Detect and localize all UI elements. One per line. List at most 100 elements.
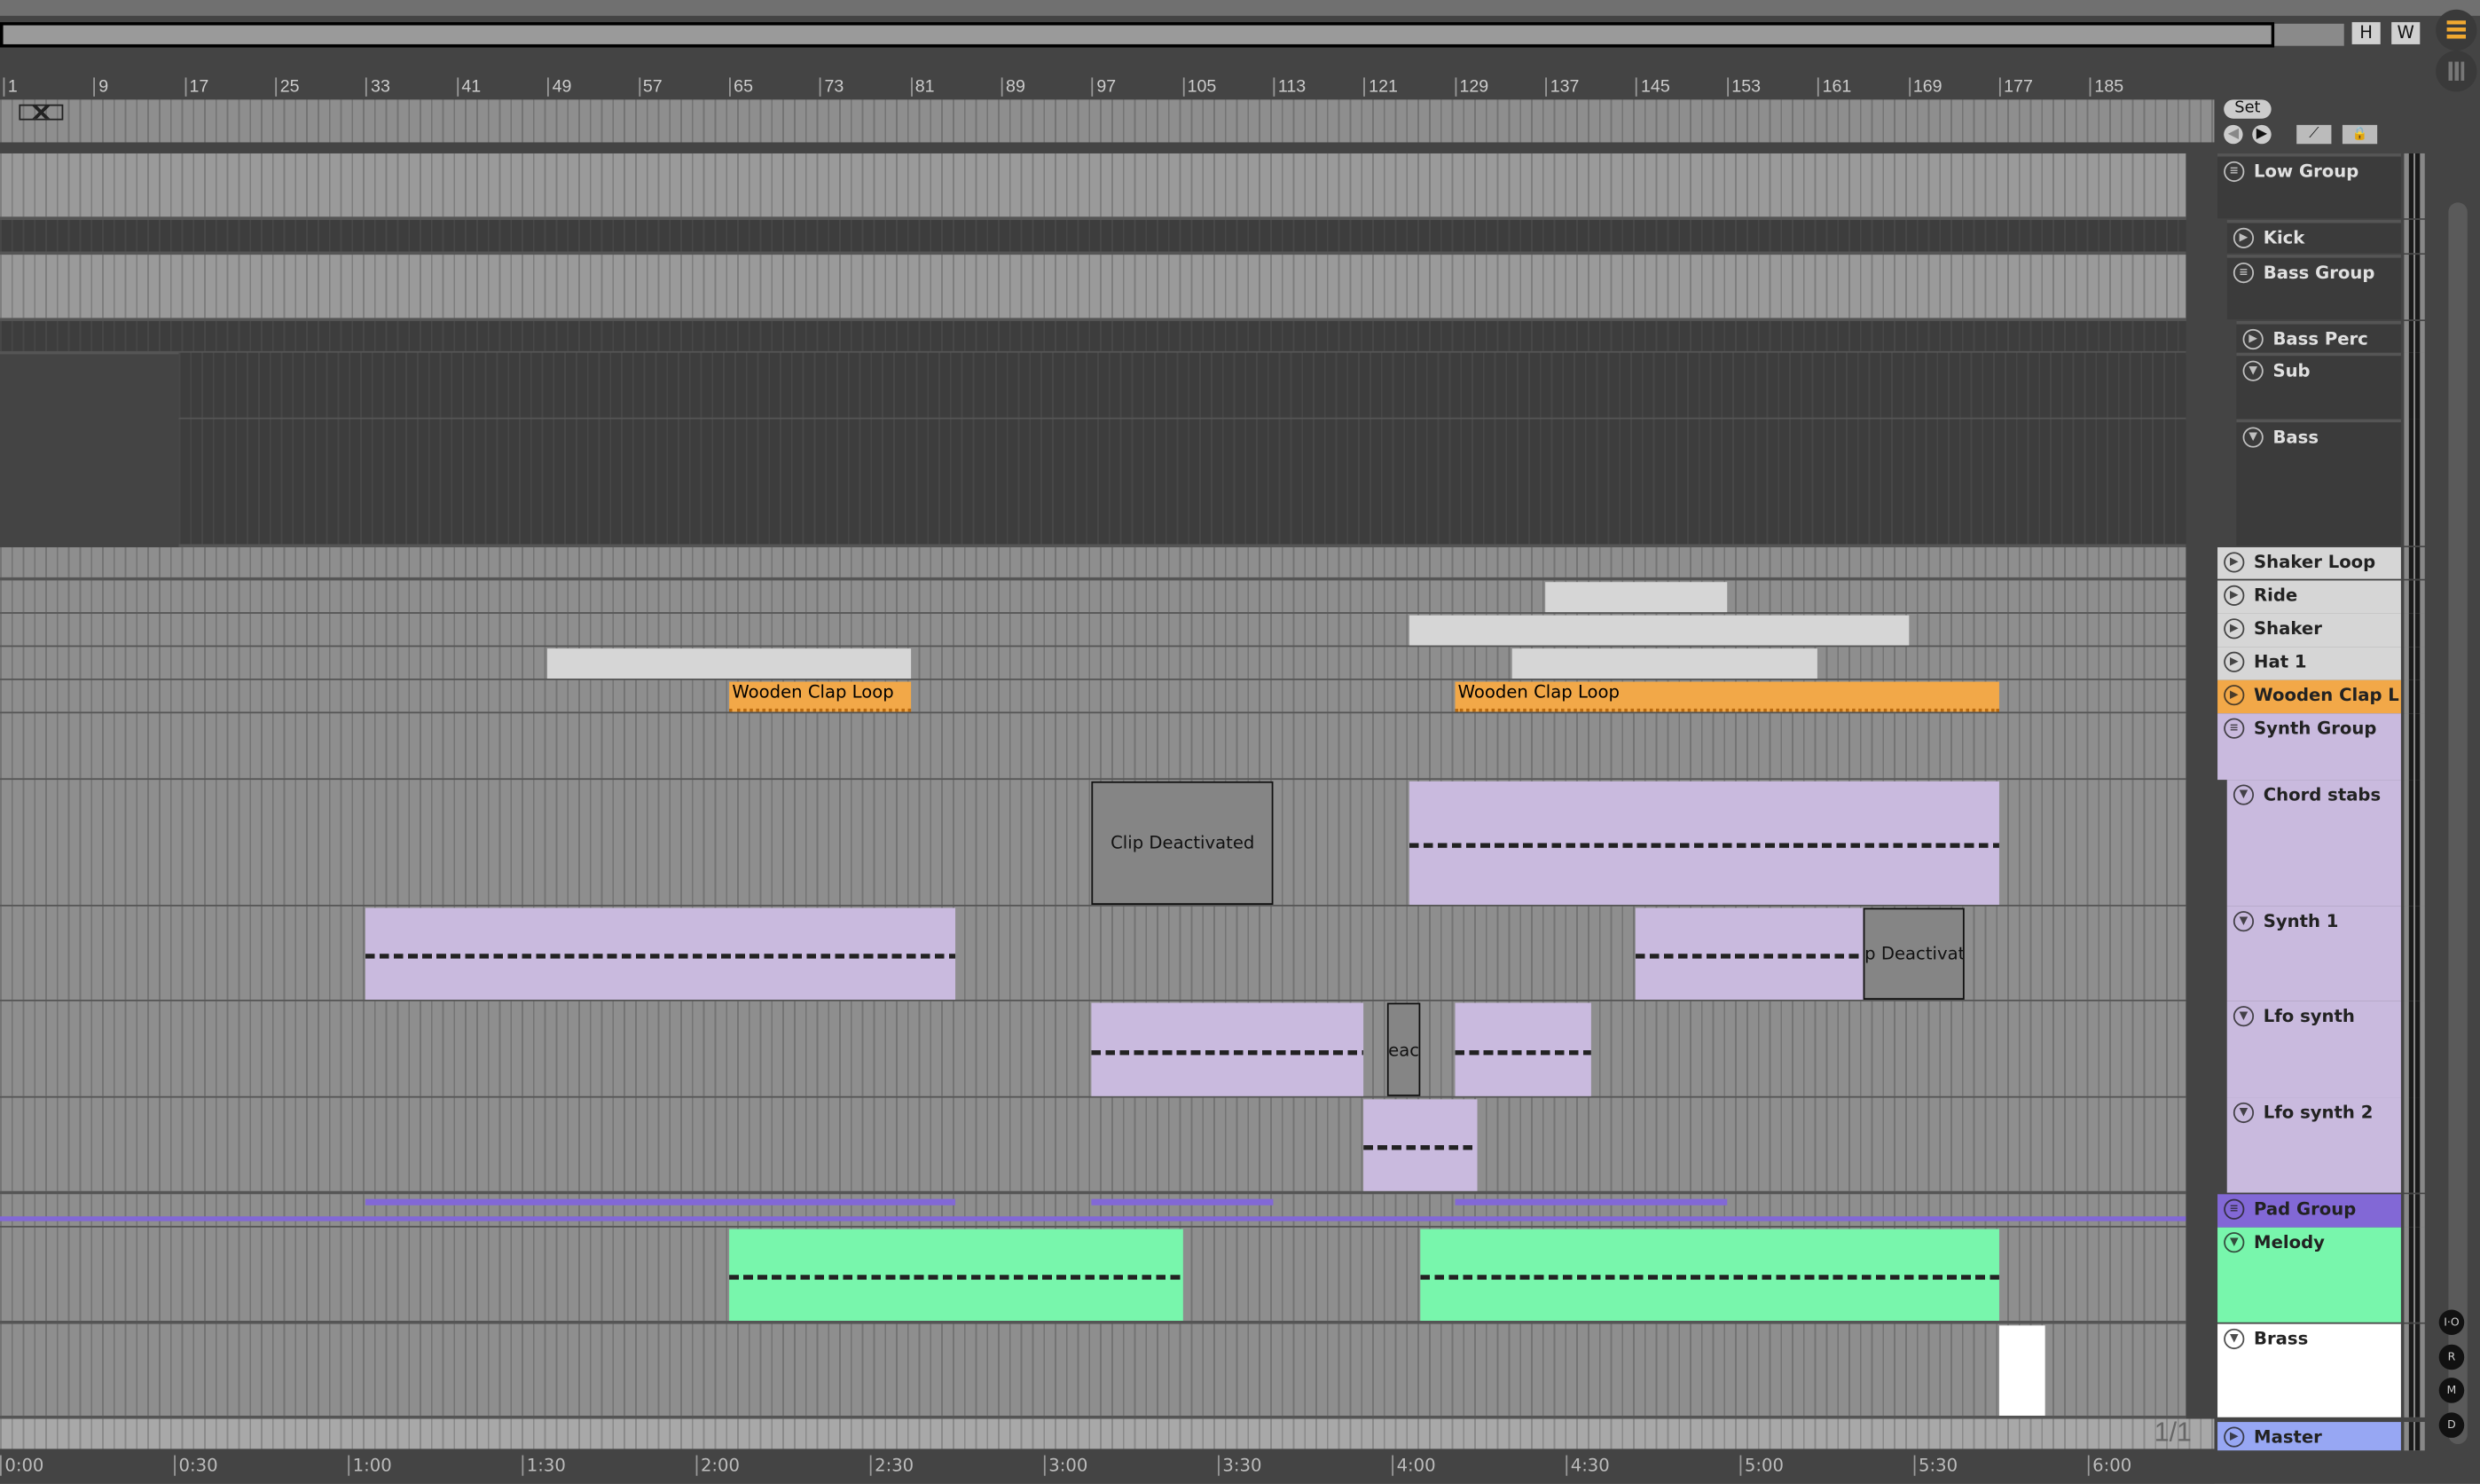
clip[interactable] (1511, 648, 1818, 679)
side-toggle-button[interactable]: R (2438, 1343, 2465, 1370)
clip[interactable] (728, 1229, 1183, 1321)
bar-number-label: 81 (910, 77, 935, 97)
deactivated-clip[interactable]: Clip Deactivated (1091, 781, 1274, 905)
track-header[interactable]: ▼ Sub (2236, 352, 2401, 420)
track-lane[interactable] (0, 153, 2186, 220)
side-toggle-button[interactable]: I·O (2438, 1309, 2465, 1336)
track-header[interactable]: ▼ Lfo synth 2 (2226, 1097, 2401, 1193)
track-lane[interactable] (178, 419, 2186, 547)
group-fold-icon[interactable]: ≡ (2224, 718, 2245, 739)
midi-notes (365, 954, 956, 959)
track-meter (2404, 906, 2425, 1001)
track-name: Ride (2254, 585, 2298, 606)
clip[interactable]: Wooden Clap Loop (728, 681, 911, 712)
track-header[interactable]: ▶ Kick (2226, 219, 2401, 254)
group-fold-icon[interactable]: ≡ (2233, 263, 2255, 284)
clip[interactable] (1636, 907, 1864, 1000)
track-header[interactable]: ≡ Bass Group (2226, 255, 2401, 320)
track-header[interactable]: ▼ Melody (2217, 1227, 2401, 1323)
track-header[interactable]: ▶ Shaker Loop (2217, 546, 2401, 579)
track-activator-play-icon[interactable]: ▶ (2233, 227, 2255, 248)
fold-arrow-icon[interactable]: ▼ (2233, 1006, 2255, 1027)
fold-arrow-icon[interactable]: ▼ (2233, 911, 2255, 932)
track-header[interactable]: ≡ Synth Group (2217, 713, 2401, 781)
track-activator-play-icon[interactable]: ▶ (2242, 328, 2264, 350)
track-header[interactable]: ▼ Lfo synth (2226, 1001, 2401, 1098)
track-header[interactable]: ▼ Brass (2217, 1323, 2401, 1417)
fit-width-button[interactable]: W (2391, 21, 2421, 44)
track-header[interactable]: ▶ Wooden Clap L (2217, 679, 2401, 714)
bar-number-label: 9 (93, 77, 108, 97)
track-header[interactable]: ▼ Bass (2236, 419, 2401, 546)
mixer-toggle-button[interactable] (2436, 51, 2477, 92)
hamburger-icon (2446, 20, 2467, 40)
track-lane[interactable] (0, 1323, 2186, 1419)
track-header[interactable]: ▶ Hat 1 (2217, 647, 2401, 680)
song-overview[interactable] (0, 21, 2275, 48)
draw-mode-button[interactable]: ⟋ (2296, 124, 2332, 145)
clip[interactable] (1545, 582, 1727, 613)
fold-arrow-icon[interactable]: ▼ (2224, 1328, 2245, 1350)
loop-marker-icon[interactable] (19, 104, 64, 121)
side-toggle-button[interactable]: M (2438, 1378, 2465, 1403)
deactivated-clip[interactable]: eact (1386, 1002, 1421, 1096)
track-header[interactable]: ≡ Low Group (2217, 153, 2401, 219)
clip[interactable] (1998, 1325, 2044, 1416)
set-button[interactable]: Set (2224, 99, 2272, 119)
group-fold-icon[interactable]: ≡ (2224, 1198, 2245, 1220)
clip[interactable] (1091, 1002, 1364, 1096)
track-activator-play-icon[interactable]: ▶ (2224, 618, 2245, 640)
track-activator-play-icon[interactable]: ▶ (2224, 685, 2245, 706)
fold-arrow-icon[interactable]: ▼ (2233, 784, 2255, 805)
fold-arrow-icon[interactable]: ▼ (2242, 427, 2264, 448)
clip[interactable] (1420, 1229, 1999, 1321)
track-header[interactable]: ▼ Synth 1 (2226, 906, 2401, 1001)
track-lane[interactable] (0, 320, 2186, 355)
time-ruler[interactable] (0, 1449, 2215, 1484)
track-header[interactable]: ≡ Pad Group (2217, 1194, 2401, 1228)
track-activator-play-icon[interactable]: ▶ (2224, 651, 2245, 672)
track-meter (2404, 1097, 2425, 1193)
fit-height-button[interactable]: H (2351, 21, 2381, 44)
side-toggle-button[interactable]: D (2438, 1411, 2465, 1438)
track-activator-play-icon[interactable]: ▶ (2224, 585, 2245, 606)
track-lane[interactable] (178, 352, 2186, 421)
group-fold-icon[interactable]: ≡ (2224, 161, 2245, 183)
bar-number-label: 177 (1998, 77, 2033, 97)
clip[interactable] (547, 648, 911, 679)
clip[interactable] (1409, 615, 1909, 646)
fold-arrow-icon[interactable]: ▼ (2233, 1102, 2255, 1124)
vertical-scrollbar[interactable] (2448, 202, 2468, 1445)
track-meter (2404, 1001, 2425, 1098)
track-lane[interactable] (0, 1097, 2186, 1195)
loop-brace-strip[interactable] (0, 99, 2215, 143)
lock-button[interactable]: 🔒 (2342, 124, 2378, 145)
fold-arrow-icon[interactable]: ▼ (2242, 360, 2264, 381)
track-lane[interactable] (0, 219, 2186, 255)
clip[interactable]: Wooden Clap Loop (1455, 681, 1999, 712)
overview-scroll-area[interactable] (2274, 23, 2344, 46)
track-header[interactable]: ▼ Chord stabs (2226, 780, 2401, 907)
deactivated-clip[interactable]: p Deactivat (1863, 907, 1966, 1000)
track-lane[interactable] (0, 647, 2186, 682)
previous-locator-button[interactable]: ◀ (2224, 124, 2243, 145)
fold-arrow-icon[interactable]: ▼ (2224, 1232, 2245, 1253)
clip[interactable] (1409, 781, 1999, 905)
clip[interactable] (1455, 1002, 1591, 1096)
track-header[interactable]: ▶ Master (2217, 1422, 2401, 1451)
menu-button[interactable] (2436, 9, 2477, 51)
track-lane[interactable] (0, 580, 2186, 616)
track-header[interactable]: ▶ Shaker (2217, 613, 2401, 648)
clip[interactable] (365, 907, 956, 1000)
track-activator-play-icon[interactable]: ▶ (2224, 552, 2245, 573)
track-activator-play-icon[interactable]: ▶ (2224, 1426, 2245, 1448)
track-lane[interactable] (0, 713, 2186, 781)
next-locator-button[interactable]: ▶ (2252, 124, 2272, 145)
master-lane (0, 1418, 2215, 1451)
track-header[interactable]: ▶ Ride (2217, 580, 2401, 614)
track-lane[interactable] (0, 255, 2186, 321)
track-lane[interactable] (0, 546, 2186, 581)
clip[interactable] (1363, 1099, 1478, 1191)
locator-strip[interactable] (0, 142, 2215, 153)
track-header[interactable]: ▶ Bass Perc (2236, 320, 2401, 353)
